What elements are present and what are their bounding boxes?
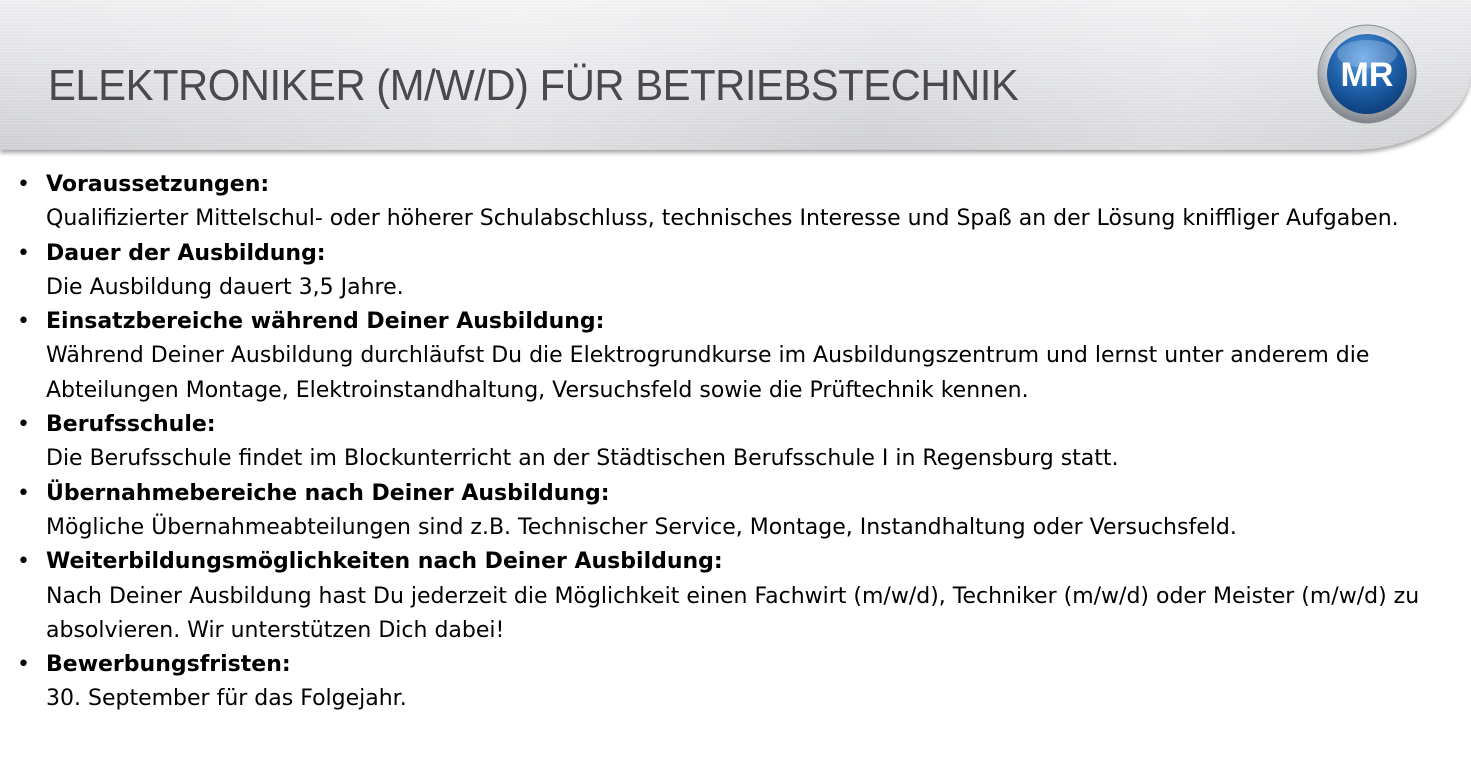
item-text: Die Ausbildung dauert 3,5 Jahre. [46, 274, 404, 300]
bullet-list: • Voraussetzungen: Qualifizierter Mittel… [0, 168, 1471, 717]
item-label: Weiterbildungsmöglichkeiten nach Deiner … [46, 549, 723, 575]
bullet-icon: • [17, 240, 30, 266]
bullet-icon: • [17, 172, 30, 197]
list-item: • Dauer der Ausbildung: Die Ausbildung d… [0, 237, 1471, 306]
item-text: 30. September für das Folgejahr. [46, 686, 407, 712]
item-label: Voraussetzungen: [46, 172, 270, 197]
list-item: • Voraussetzungen: Qualifizierter Mittel… [0, 168, 1471, 237]
item-text: Während Deiner Ausbildung durchläufst Du… [46, 343, 1370, 403]
logo-text: MR [1341, 56, 1394, 94]
item-label: Dauer der Ausbildung: [46, 240, 326, 266]
bullet-icon: • [17, 309, 30, 335]
item-label: Bewerbungsfristen: [46, 652, 291, 678]
bullet-icon: • [17, 412, 30, 438]
item-text: Mögliche Übernahmeabteilungen sind z.B. … [46, 514, 1237, 540]
list-item: • Weiterbildungsmöglichkeiten nach Deine… [0, 545, 1471, 648]
item-label: Berufsschule: [46, 412, 216, 438]
page-title: ELEKTRONIKER (M/W/D) FÜR BETRIEBSTECHNIK [48, 61, 1019, 110]
list-item: • Berufsschule: Die Berufsschule findet … [0, 408, 1471, 477]
list-item: • Übernahmebereiche nach Deiner Ausbildu… [0, 477, 1471, 546]
item-text: Nach Deiner Ausbildung hast Du jederzeit… [46, 583, 1420, 643]
item-text: Die Berufsschule findet im Blockunterric… [46, 446, 1119, 472]
item-label: Einsatzbereiche während Deiner Ausbildun… [46, 309, 605, 335]
mr-logo-icon: MR [1317, 24, 1417, 124]
item-label: Übernahmebereiche nach Deiner Ausbildung… [46, 480, 610, 506]
list-item: • Bewerbungsfristen: 30. September für d… [0, 648, 1471, 717]
bullet-icon: • [17, 480, 30, 506]
bullet-icon: • [17, 549, 30, 575]
item-text: Qualifizierter Mittelschul- oder höherer… [46, 206, 1399, 232]
list-item: • Einsatzbereiche während Deiner Ausbild… [0, 305, 1471, 408]
bullet-icon: • [17, 652, 30, 678]
